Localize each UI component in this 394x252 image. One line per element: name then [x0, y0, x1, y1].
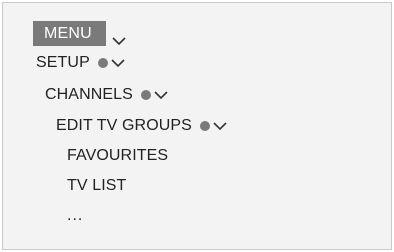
menu-item-label: FAVOURITES [67, 147, 169, 164]
menu-item-tv-list[interactable]: TV LIST [67, 177, 126, 195]
chevron-down-icon[interactable] [213, 121, 227, 131]
menu-item-label: EDIT TV GROUPS [56, 117, 192, 134]
menu-panel: MENU SETUP CHANNELS EDIT TV GROUPS FAVOU… [2, 2, 392, 250]
menu-item-channels[interactable]: CHANNELS [45, 86, 168, 104]
menu-item-favourites[interactable]: FAVOURITES [67, 147, 168, 165]
menu-item-edit-tv-groups[interactable]: EDIT TV GROUPS [56, 117, 227, 135]
selection-dot-icon [97, 58, 108, 68]
menu-item-label: TV LIST [67, 177, 127, 194]
chevron-down-icon[interactable] [111, 58, 125, 68]
chevron-down-icon[interactable] [154, 90, 168, 100]
menu-button[interactable]: MENU [33, 21, 106, 46]
menu-item-setup[interactable]: SETUP [36, 54, 125, 72]
chevron-down-icon[interactable] [112, 36, 126, 46]
selection-dot-icon [140, 90, 151, 100]
menu-item-label: SETUP [36, 54, 90, 71]
selection-dot-icon [199, 121, 210, 131]
menu-header: MENU [33, 20, 126, 46]
menu-item-more[interactable]: ... [67, 207, 83, 225]
menu-item-label: ... [67, 207, 84, 224]
menu-item-label: CHANNELS [45, 86, 133, 103]
